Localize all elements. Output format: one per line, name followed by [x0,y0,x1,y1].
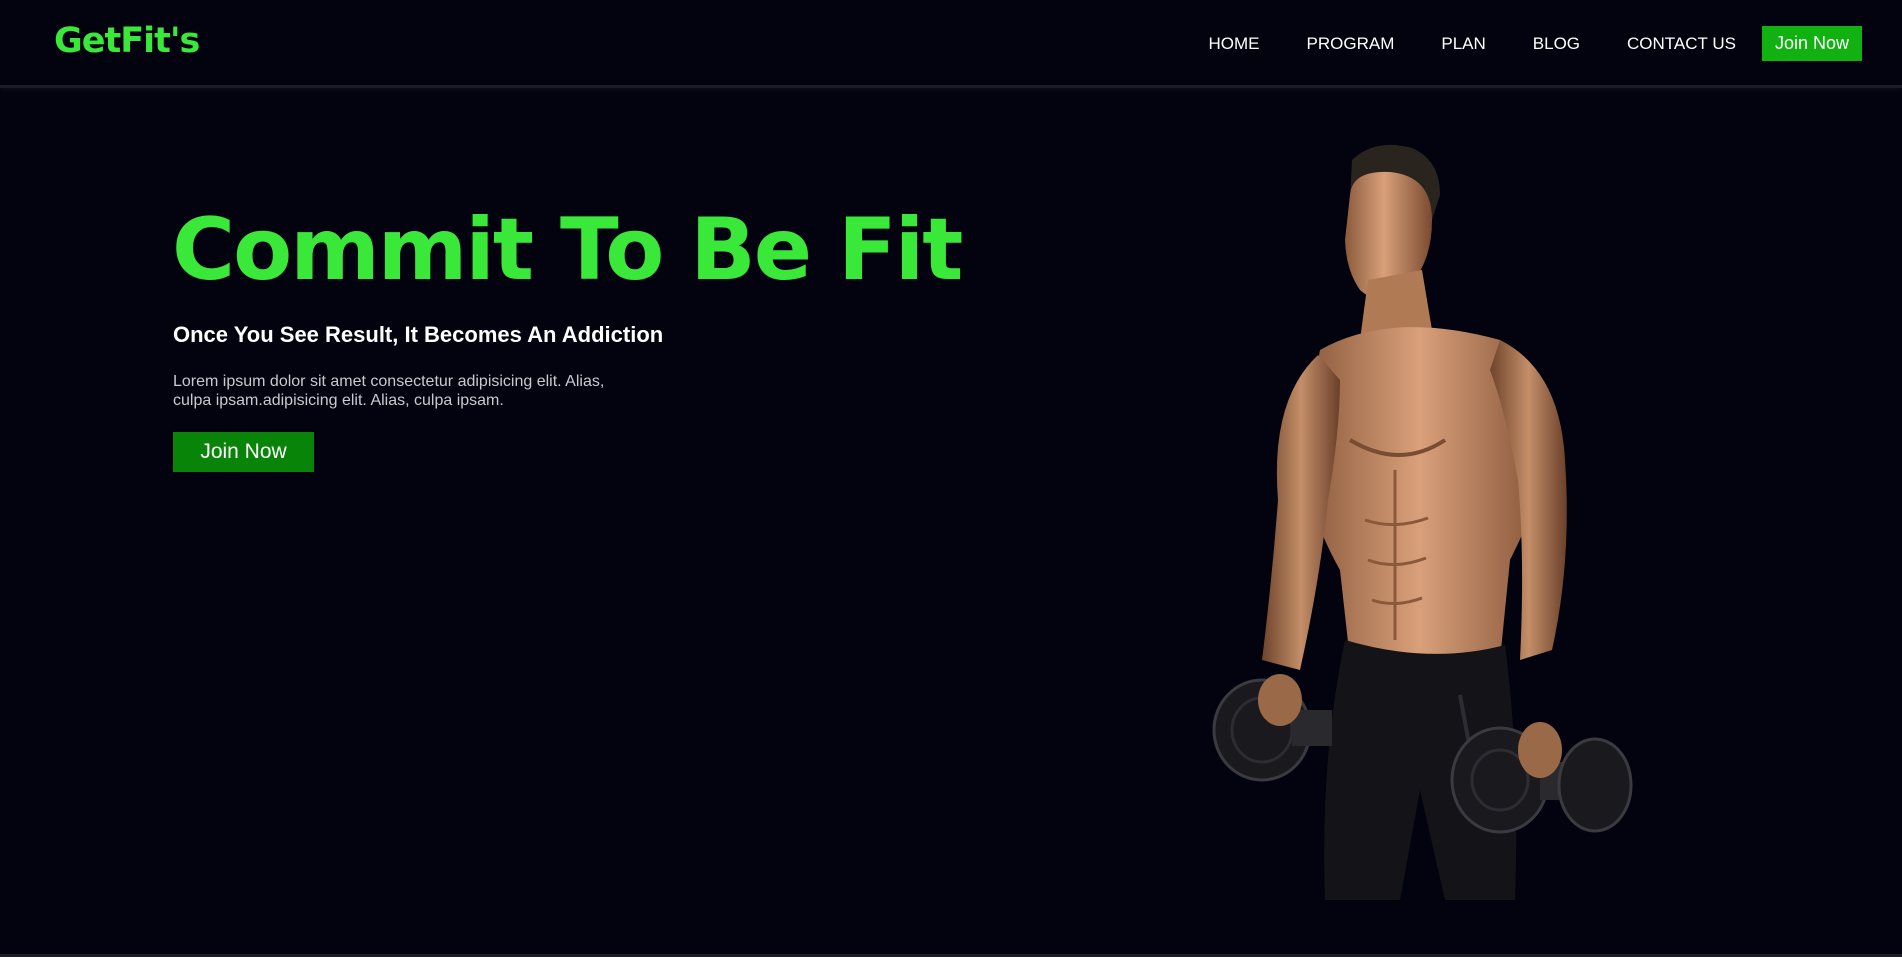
nav-contact-us[interactable]: CONTACT US [1627,34,1736,54]
fitness-model-illustration [1212,144,1633,900]
nav-home[interactable]: HOME [1209,34,1260,54]
nav-join-now-button[interactable]: Join Now [1761,26,1862,61]
nav-plan[interactable]: PLAN [1441,34,1485,54]
hero-subtitle: Once You See Result, It Becomes An Addic… [173,322,664,347]
navbar: GetFit's HOME PROGRAM PLAN BLOG CONTACT … [0,0,1902,88]
nav-program[interactable]: PROGRAM [1307,34,1395,54]
nav-blog[interactable]: BLOG [1533,34,1580,54]
nav-links: HOME PROGRAM PLAN BLOG CONTACT US Join N… [1162,26,1862,61]
logo[interactable]: GetFit's [54,21,200,61]
hero-join-now-button[interactable]: Join Now [173,432,314,472]
hero-description: Lorem ipsum dolor sit amet consectetur a… [173,373,605,409]
hero-title: Commit To Be Fit [172,200,963,300]
hero-image [1200,140,1640,900]
